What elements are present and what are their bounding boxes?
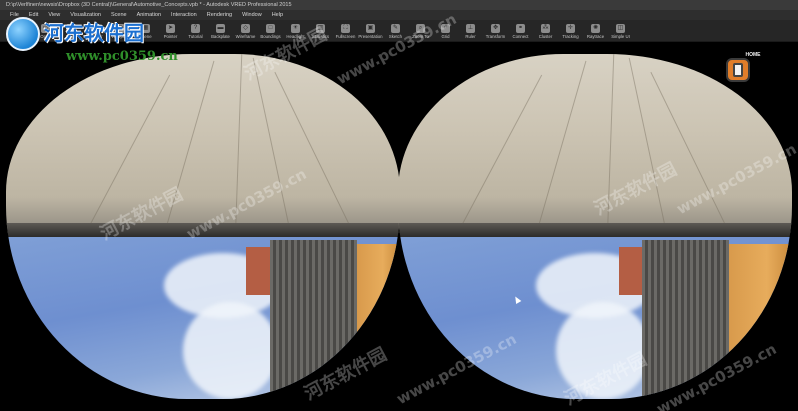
wireframe-icon: ◇ (241, 24, 250, 33)
toolbar-label: Transform (485, 34, 506, 39)
home-label: HOME (745, 52, 761, 58)
home-icon (733, 63, 743, 77)
raytrace-icon: ✺ (591, 24, 600, 33)
toolbar-button-wireframe[interactable]: ◇ Wireframe (233, 19, 258, 41)
toolbar-label: Cluster (538, 34, 553, 39)
toolbar-button-ruler[interactable]: ⊥ Ruler (458, 19, 483, 41)
toolbar-label: Presentation (358, 34, 383, 39)
transform-icon: ✥ (491, 24, 500, 33)
backplate-icon: ▬ (216, 24, 225, 33)
boundings-icon: □ (266, 24, 275, 33)
ruler-icon: ⊥ (466, 24, 475, 33)
toolbar-label: Boundings (260, 34, 281, 39)
toolbar-label: Connect (512, 34, 529, 39)
beam (398, 223, 792, 237)
toolbar-button-raytrace[interactable]: ✺ Raytrace (583, 19, 608, 41)
toolbar-label: Grid (441, 34, 450, 39)
fullscreen-icon: ⛶ (341, 24, 350, 33)
toolbar-button-presentation[interactable]: ▣ Presentation (358, 19, 383, 41)
toolbar-label: Raytrace (586, 34, 605, 39)
simple-ui-icon: ◫ (616, 24, 625, 33)
toolbar-button-backplate[interactable]: ▬ Backplate (208, 19, 233, 41)
presentation-icon: ▣ (366, 24, 375, 33)
logo-icon (6, 17, 40, 51)
toolbar-button-tracking[interactable]: ✛ Tracking (558, 19, 583, 41)
toolbar-label: Simple UI (611, 34, 630, 39)
logo-url: www.pc0359.cn (66, 49, 178, 64)
tracking-icon: ✛ (566, 24, 575, 33)
logo-text: 河东软件园 (44, 21, 144, 45)
toolbar-label: Backplate (211, 34, 230, 39)
toolbar-button-connect[interactable]: ⚭ Connect (508, 19, 533, 41)
toolbar-label: Ruler (465, 34, 476, 39)
toolbar-button-fullscreen[interactable]: ⛶ Fullscreen (333, 19, 358, 41)
red-building (618, 247, 643, 296)
toolbar-button-simple-ui[interactable]: ◫ Simple UI (608, 19, 633, 41)
watermark-logo: 河东软件园 www.pc0359.cn (0, 13, 210, 67)
window-title-bar: D:\p\Verlfinen\newsis\Dropbox (3D Centra… (0, 0, 798, 10)
red-building (246, 247, 270, 296)
toolbar-label: Wireframe (235, 34, 256, 39)
sketch-icon: ✎ (391, 24, 400, 33)
window-title: D:\p\Verlfinen\newsis\Dropbox (3D Centra… (6, 2, 292, 8)
toolbar-button-transform[interactable]: ✥ Transform (483, 19, 508, 41)
home-navigation-widget[interactable]: HOME (722, 52, 761, 88)
toolbar-label: Fullscreen (335, 34, 356, 39)
connect-icon: ⚭ (516, 24, 525, 33)
cluster-icon: ⁂ (541, 24, 550, 33)
home-button[interactable] (726, 58, 750, 82)
toolbar-button-boundings[interactable]: □ Boundings (258, 19, 283, 41)
toolbar-label: Tracking (562, 34, 579, 39)
toolbar-button-cluster[interactable]: ⁂ Cluster (533, 19, 558, 41)
right-eye-view (398, 54, 792, 399)
